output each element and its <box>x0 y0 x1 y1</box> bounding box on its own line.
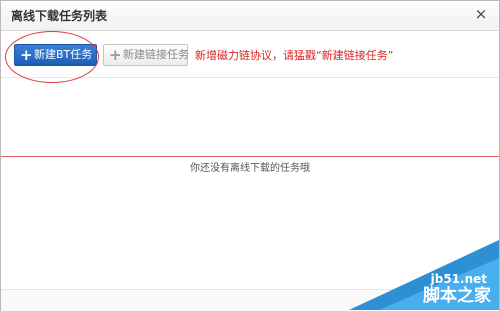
new-link-task-button[interactable]: + 新建链接任务 <box>103 44 189 66</box>
watermark-name: 脚本之家 <box>423 286 491 306</box>
offline-download-dialog: 离线下载任务列表 × + 新建BT任务 + 新建链接任务 新增磁力链协议，请猛戳… <box>0 0 500 311</box>
magnet-notice-text: 新增磁力链协议，请猛戳“新建链接任务” <box>195 49 394 62</box>
dialog-title: 离线下载任务列表 <box>11 9 108 23</box>
task-toolbar: + 新建BT任务 + 新建链接任务 新增磁力链协议，请猛戳“新建链接任务” <box>1 31 499 78</box>
new-bt-task-label: 新建BT任务 <box>34 48 93 61</box>
dialog-titlebar: 离线下载任务列表 × <box>1 1 499 31</box>
new-bt-task-button[interactable]: + 新建BT任务 <box>14 44 97 66</box>
plus-icon: + <box>109 46 122 64</box>
empty-list-message: 你还没有离线下载的任务哦 <box>190 163 310 174</box>
new-link-task-label: 新建链接任务 <box>123 48 189 61</box>
annotation-divider-line <box>1 156 499 157</box>
close-icon[interactable]: × <box>473 6 489 22</box>
plus-icon: + <box>20 46 33 64</box>
